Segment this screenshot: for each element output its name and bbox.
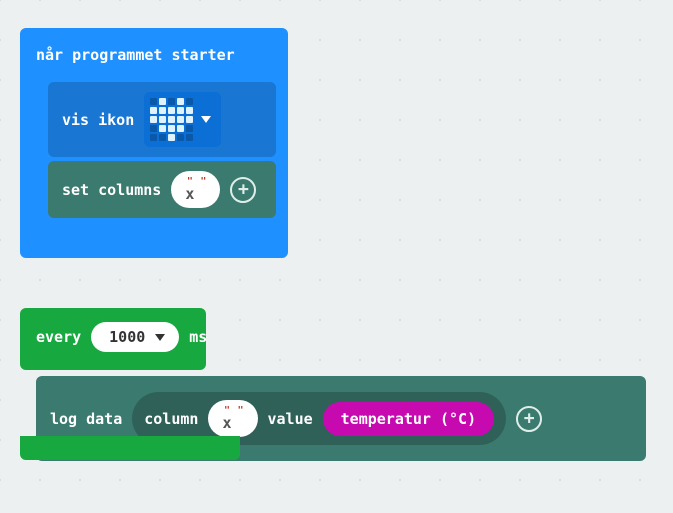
every-label: every — [36, 328, 81, 346]
column-name-input[interactable]: "x" — [171, 171, 220, 208]
add-log-column-button[interactable]: + — [516, 406, 542, 432]
log-data-label: log data — [50, 410, 122, 428]
on-start-hat-label: når programmet starter — [32, 38, 276, 78]
set-columns-label: set columns — [62, 181, 161, 199]
chevron-down-icon — [201, 116, 211, 123]
set-columns-block[interactable]: set columns "x" + — [48, 161, 276, 218]
ms-label: ms — [189, 328, 207, 346]
add-column-button[interactable]: + — [230, 177, 256, 203]
chevron-down-icon — [155, 334, 165, 341]
interval-dropdown[interactable]: 1000 — [91, 322, 179, 352]
temperature-reporter[interactable]: temperatur (°C) — [323, 402, 494, 436]
column-label: column — [144, 410, 198, 428]
every-block-bottom — [20, 436, 240, 460]
show-icon-block[interactable]: vis ikon — [48, 82, 276, 157]
temperature-label: temperatur (°C) — [341, 410, 476, 428]
value-label: value — [268, 410, 313, 428]
on-start-block[interactable]: når programmet starter vis ikon set colu… — [20, 28, 288, 258]
show-icon-label: vis ikon — [62, 111, 134, 129]
every-interval-block[interactable]: every 1000 ms — [20, 308, 206, 370]
icon-dropdown[interactable] — [144, 92, 221, 147]
log-column-input[interactable]: "x" — [208, 400, 257, 437]
heart-icon — [150, 98, 193, 141]
interval-value: 1000 — [109, 328, 145, 346]
